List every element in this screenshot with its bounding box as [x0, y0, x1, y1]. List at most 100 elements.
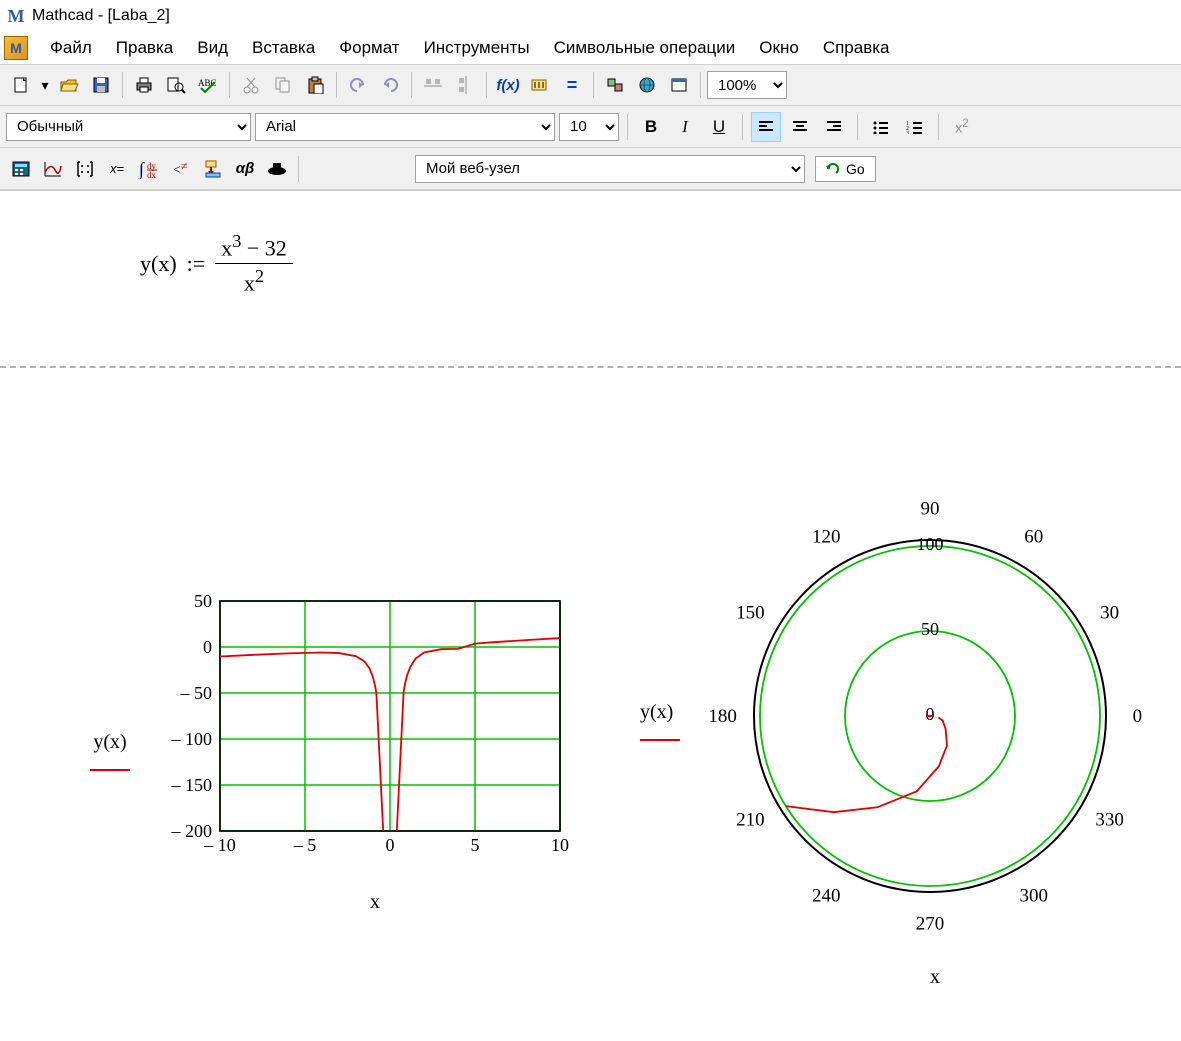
- insert-function-button[interactable]: f(x): [493, 70, 523, 100]
- menu-symbolic[interactable]: Символьные операции: [542, 34, 748, 62]
- menu-file[interactable]: Файл: [38, 34, 104, 62]
- polar-plot-region[interactable]: y(x) 03060901201501802102402703003300501…: [640, 481, 1160, 964]
- svg-text:<: <: [173, 163, 181, 178]
- svg-text:5: 5: [471, 835, 480, 855]
- menu-insert[interactable]: Вставка: [240, 34, 327, 62]
- worksheet-canvas[interactable]: y(x) := x3 − 32 x2 y(x) – 10– 50510– 200…: [0, 190, 1181, 1040]
- symbolic-palette-button[interactable]: [262, 154, 292, 184]
- svg-text:∫: ∫: [138, 159, 145, 179]
- svg-text:30: 30: [1100, 602, 1119, 623]
- paste-button[interactable]: [300, 70, 330, 100]
- number-list-button[interactable]: 123: [900, 112, 930, 142]
- insert-object-button[interactable]: [664, 70, 694, 100]
- bullet-list-button[interactable]: [866, 112, 896, 142]
- menu-help[interactable]: Справка: [811, 34, 902, 62]
- format-toolbar: Обычный Arial 10 B I U 123 x2: [0, 106, 1181, 148]
- svg-text:150: 150: [736, 602, 765, 623]
- spelling-button[interactable]: ABC: [193, 70, 223, 100]
- insert-unit-button[interactable]: [525, 70, 555, 100]
- undo-button[interactable]: [343, 70, 373, 100]
- equation-def: :=: [187, 251, 206, 277]
- svg-text:300: 300: [1019, 886, 1047, 907]
- polar-plot-x-label: x: [930, 966, 940, 989]
- menu-window[interactable]: Окно: [747, 34, 811, 62]
- align-left-button[interactable]: [751, 112, 781, 142]
- boolean-palette-button[interactable]: <≠: [166, 154, 196, 184]
- svg-text:0: 0: [203, 637, 212, 657]
- menu-format[interactable]: Формат: [327, 34, 411, 62]
- svg-text:– 50: – 50: [180, 683, 213, 703]
- svg-text:10: 10: [551, 835, 569, 855]
- insert-hyperlink-button[interactable]: [632, 70, 662, 100]
- equation-region[interactable]: y(x) := x3 − 32 x2: [140, 231, 293, 297]
- insert-component-button[interactable]: [600, 70, 630, 100]
- zoom-select[interactable]: 100%: [707, 71, 787, 99]
- svg-text:90: 90: [921, 499, 940, 520]
- programming-palette-button[interactable]: [198, 154, 228, 184]
- menu-view[interactable]: Вид: [185, 34, 240, 62]
- go-arrow-icon: [826, 162, 842, 176]
- svg-text:60: 60: [1024, 526, 1043, 547]
- calculator-palette-button[interactable]: [6, 154, 36, 184]
- menu-logo-icon: M: [4, 36, 28, 60]
- svg-text:– 5: – 5: [293, 835, 317, 855]
- svg-text:0: 0: [386, 835, 395, 855]
- svg-text:100: 100: [917, 534, 944, 554]
- svg-text:dx: dx: [147, 170, 157, 179]
- svg-text:270: 270: [916, 913, 945, 934]
- redo-button[interactable]: [375, 70, 405, 100]
- equation-lhs: y(x): [140, 251, 177, 277]
- calculus-palette-button[interactable]: ∫dydx: [134, 154, 164, 184]
- page-break-line: [0, 366, 1181, 368]
- window-title: Mathcad - [Laba_2]: [32, 7, 170, 25]
- svg-text:0: 0: [1133, 706, 1143, 727]
- copy-button[interactable]: [268, 70, 298, 100]
- svg-text:– 100: – 100: [171, 729, 213, 749]
- new-file-button[interactable]: [6, 70, 36, 100]
- bold-button[interactable]: B: [636, 112, 666, 142]
- polar-plot-y-label: y(x): [640, 701, 673, 723]
- italic-button[interactable]: I: [670, 112, 700, 142]
- svg-text:120: 120: [812, 526, 841, 547]
- cut-button[interactable]: [236, 70, 266, 100]
- web-address-select[interactable]: Мой веб-узел: [415, 155, 805, 183]
- math-toolbar: x= ∫dydx <≠ αβ Мой веб-узел Go: [0, 148, 1181, 190]
- calculate-button[interactable]: =: [557, 70, 587, 100]
- svg-text:0: 0: [926, 704, 935, 724]
- greek-palette-button[interactable]: αβ: [230, 154, 260, 184]
- menu-tools[interactable]: Инструменты: [412, 34, 542, 62]
- graph-palette-button[interactable]: [38, 154, 68, 184]
- svg-text:240: 240: [812, 886, 841, 907]
- app-logo-icon: M: [6, 6, 26, 26]
- equation-fraction: x3 − 32 x2: [215, 231, 293, 297]
- align-center-button[interactable]: [785, 112, 815, 142]
- matrix-palette-button[interactable]: [70, 154, 100, 184]
- print-preview-button[interactable]: [161, 70, 191, 100]
- polar-plot-y-trace-indicator: [640, 737, 680, 741]
- open-button[interactable]: [54, 70, 84, 100]
- svg-text:3: 3: [906, 131, 909, 134]
- menu-edit[interactable]: Правка: [104, 34, 185, 62]
- svg-text:– 150: – 150: [171, 775, 213, 795]
- superscript-button[interactable]: x2: [947, 112, 977, 142]
- evaluation-palette-button[interactable]: x=: [102, 154, 132, 184]
- xy-plot-y-label: y(x): [93, 731, 126, 753]
- svg-text:50: 50: [194, 591, 212, 611]
- align-right-button[interactable]: [819, 112, 849, 142]
- underline-button[interactable]: U: [704, 112, 734, 142]
- align-horizontal-button[interactable]: [418, 70, 448, 100]
- style-select[interactable]: Обычный: [6, 113, 251, 141]
- svg-text:180: 180: [708, 706, 737, 727]
- xy-plot-svg: – 10– 50510– 200– 150– 100– 50050: [220, 601, 560, 861]
- print-button[interactable]: [129, 70, 159, 100]
- xy-plot-y-trace-indicator: [90, 767, 130, 771]
- new-dropdown-button[interactable]: ▾: [38, 70, 52, 100]
- font-size-select[interactable]: 10: [559, 113, 619, 141]
- font-select[interactable]: Arial: [255, 113, 555, 141]
- go-button[interactable]: Go: [815, 156, 876, 182]
- go-label: Go: [846, 161, 865, 177]
- save-button[interactable]: [86, 70, 116, 100]
- svg-text:210: 210: [736, 810, 765, 831]
- align-vertical-button[interactable]: [450, 70, 480, 100]
- xy-plot-x-label: x: [370, 891, 380, 914]
